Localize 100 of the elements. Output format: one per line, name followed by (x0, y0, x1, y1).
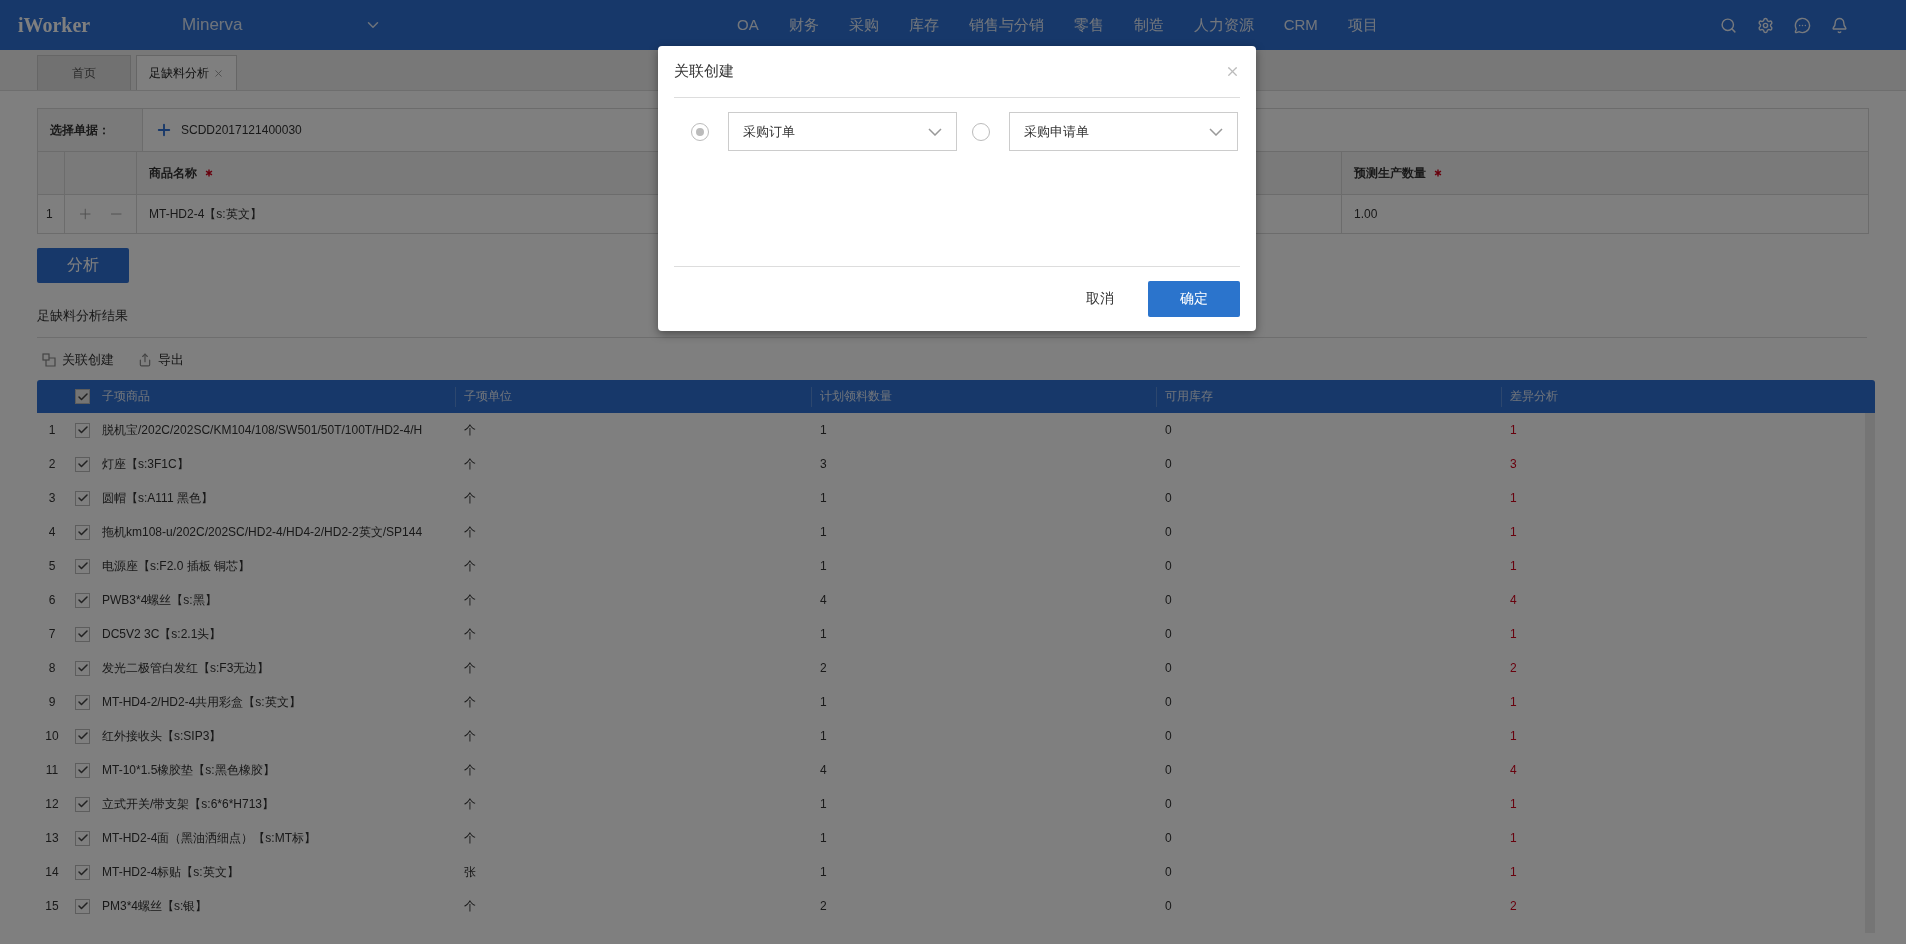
page-tab[interactable]: 首页 (37, 55, 131, 90)
table-cell-text: 1 (1509, 525, 1518, 539)
table-cell-text: 电源座【s:F2.0 插板 铜芯】 (102, 557, 251, 575)
row-checkbox[interactable] (75, 524, 90, 540)
column-header: 子项商品 (102, 388, 151, 405)
dropdown[interactable]: 采购订单 (728, 112, 957, 151)
table-cell-text: 3 (1509, 457, 1518, 471)
table-cell-text: 1 (1509, 865, 1518, 879)
row-number: 4 (47, 525, 57, 539)
table-cell-text: 个 (463, 523, 477, 541)
row-checkbox[interactable] (75, 490, 90, 506)
row-checkbox[interactable] (75, 422, 90, 438)
table-cell-text: 0 (1164, 559, 1173, 573)
row-checkbox[interactable] (75, 694, 90, 710)
link-create-icon (42, 353, 56, 367)
chevron-down-icon (928, 127, 942, 136)
column-header: 商品名称 (149, 164, 197, 182)
table-cell: 1.00 (1354, 207, 1378, 221)
table-cell-text: 1 (819, 627, 828, 641)
nav-item[interactable]: 财务 (788, 15, 819, 35)
row-number: 3 (47, 491, 57, 505)
dropdown[interactable]: 采购申请单 (1009, 112, 1238, 151)
table-cell-text: 1 (819, 831, 828, 845)
scrollbar[interactable] (1865, 413, 1875, 933)
nav-item[interactable]: OA (737, 15, 759, 35)
table-cell-text: 个 (463, 625, 477, 643)
table-cell-text: 0 (1164, 763, 1173, 777)
add-icon[interactable] (155, 121, 173, 139)
checkmark-icon (76, 560, 89, 572)
table-cell-text: 0 (1164, 491, 1173, 505)
table-cell-text: PWB3*4螺丝【s:黑】 (102, 591, 218, 609)
nav-item[interactable]: 人力资源 (1193, 15, 1254, 35)
table-cell-text: 1 (1509, 695, 1518, 709)
confirm-button[interactable]: 确定 (1148, 281, 1240, 317)
row-checkbox[interactable] (75, 660, 90, 676)
checkmark-icon (76, 424, 89, 436)
nav-item[interactable]: 采购 (848, 15, 879, 35)
table-cell-text: 1 (819, 491, 828, 505)
select-all-checkbox[interactable] (75, 389, 90, 404)
page-tab[interactable]: 足缺料分析 (136, 55, 237, 90)
nav-item[interactable]: 销售与分销 (968, 15, 1044, 35)
table-cell-text: 0 (1164, 695, 1173, 709)
table-cell-text: 4 (1509, 593, 1518, 607)
checkmark-icon (76, 594, 89, 606)
cancel-button[interactable]: 取消 (1072, 281, 1128, 317)
row-checkbox[interactable] (75, 898, 90, 914)
table-cell-text: 个 (463, 659, 477, 677)
row-checkbox[interactable] (75, 728, 90, 744)
column-header: 计划领料数量 (811, 386, 1156, 407)
row-number: 5 (47, 559, 57, 573)
checkmark-icon (76, 526, 89, 538)
row-checkbox[interactable] (75, 456, 90, 472)
analyze-button[interactable]: 分析 (37, 248, 129, 283)
table-cell-text: 0 (1164, 899, 1173, 913)
table-cell-text: 0 (1164, 729, 1173, 743)
nav-item[interactable]: 项目 (1347, 15, 1378, 35)
row-checkbox[interactable] (75, 830, 90, 846)
table-cell-text: 4 (1509, 763, 1518, 777)
toolbar-link[interactable]: 关联创建 (42, 346, 114, 374)
table-cell-text: DC5V2 3C【s:2.1头】 (102, 625, 223, 643)
table-cell-text: 个 (463, 897, 477, 915)
table-cell-text: 个 (463, 727, 477, 745)
table-cell-text: 0 (1164, 865, 1173, 879)
chat-icon[interactable] (1794, 16, 1811, 34)
row-number: 6 (47, 593, 57, 607)
table-cell-text: 1 (819, 865, 828, 879)
table-cell-text: 4 (819, 763, 828, 777)
nav-item[interactable]: 制造 (1133, 15, 1164, 35)
row-number: 7 (47, 627, 57, 641)
table-cell-text: 个 (463, 829, 477, 847)
table-cell-text: 1 (1509, 559, 1518, 573)
row-checkbox[interactable] (75, 626, 90, 642)
nav-item[interactable]: CRM (1283, 15, 1318, 35)
table-cell-text: MT-HD2-4面（黑油洒细点）【s:MT标】 (102, 829, 317, 847)
table-cell-text: 0 (1164, 797, 1173, 811)
nav-item[interactable]: 库存 (908, 15, 939, 35)
table-cell-text: 个 (463, 795, 477, 813)
table-cell-text: 3 (819, 457, 828, 471)
row-checkbox[interactable] (75, 592, 90, 608)
chevron-down-icon (1209, 127, 1223, 136)
nav-item[interactable]: 零售 (1073, 15, 1104, 35)
table-cell-text: MT-10*1.5橡胶垫【s:黑色橡胶】 (102, 761, 276, 779)
row-number: 15 (44, 899, 60, 913)
row-checkbox[interactable] (75, 864, 90, 880)
checkmark-icon (76, 832, 89, 844)
row-checkbox[interactable] (75, 796, 90, 812)
table-cell-text: 0 (1164, 457, 1173, 471)
table-cell-text: 1 (819, 423, 828, 437)
settings-icon[interactable] (1757, 16, 1774, 34)
row-number: 14 (44, 865, 60, 879)
row-checkbox[interactable] (75, 762, 90, 778)
logo[interactable]: iWorker (0, 13, 182, 37)
row-checkbox[interactable] (75, 558, 90, 574)
row-number: 1 (46, 207, 53, 221)
toolbar-link[interactable]: 导出 (138, 346, 184, 374)
row-number: 2 (47, 457, 57, 471)
bell-icon[interactable] (1831, 16, 1848, 34)
table-cell-text: 脱机宝/202C/202SC/KM104/108/SW501/50T/100T/HD2-4/H (102, 421, 424, 439)
search-icon[interactable] (1720, 16, 1737, 34)
row-number: 12 (44, 797, 60, 811)
